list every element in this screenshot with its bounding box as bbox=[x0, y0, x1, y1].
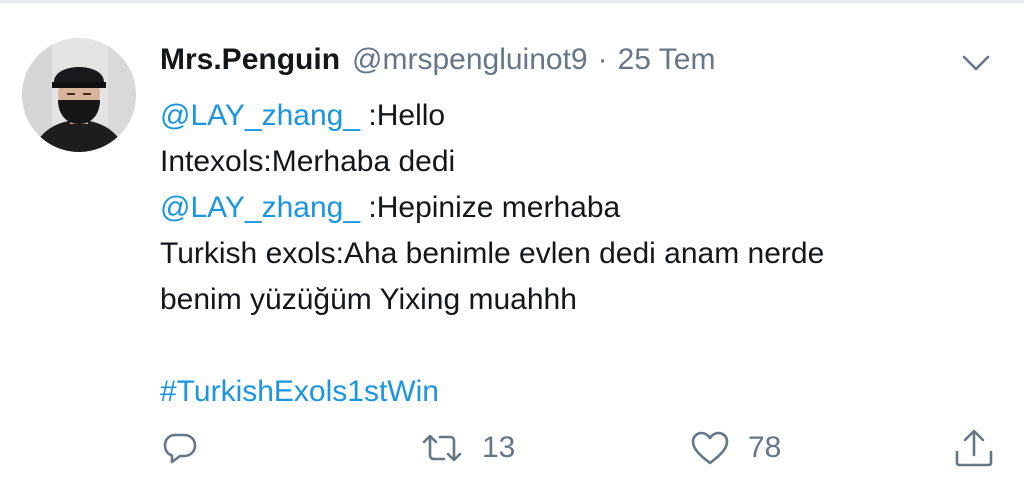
like-button[interactable]: 78 bbox=[690, 420, 781, 476]
tweet-actions: 13 78 bbox=[0, 420, 1024, 476]
heart-icon bbox=[690, 430, 730, 466]
reply-icon bbox=[162, 430, 198, 466]
tweet: Mrs.Penguin @mrspengluinot9 · 25 Tem @LA… bbox=[0, 0, 1024, 492]
retweet-button[interactable]: 13 bbox=[420, 420, 515, 476]
mention-link[interactable]: @LAY_zhang_ bbox=[160, 99, 360, 132]
tweet-date[interactable]: 25 Tem bbox=[618, 40, 716, 80]
tweet-line-text: :Hepinize merhaba bbox=[360, 191, 621, 224]
retweet-count: 13 bbox=[482, 431, 516, 464]
tweet-line: Turkish exols:Aha benimle evlen dedi ana… bbox=[160, 231, 980, 277]
retweet-icon bbox=[420, 430, 464, 466]
avatar-image bbox=[22, 38, 136, 152]
tweet-text: @LAY_zhang_ :Hello Intexols:Merhaba dedi… bbox=[160, 93, 980, 415]
separator-dot: · bbox=[597, 43, 608, 76]
mention-link[interactable]: @LAY_zhang_ bbox=[160, 191, 360, 224]
tweet-line-text: Intexols:Merhaba dedi bbox=[160, 145, 456, 178]
reply-button[interactable] bbox=[162, 420, 198, 476]
tweet-line: benim yüzüğüm Yixing muahhh bbox=[160, 277, 980, 323]
tweet-line: @LAY_zhang_ :Hepinize merhaba bbox=[160, 185, 980, 231]
display-name[interactable]: Mrs.Penguin bbox=[160, 40, 340, 80]
tweet-line: Intexols:Merhaba dedi bbox=[160, 139, 980, 185]
share-button[interactable] bbox=[952, 420, 996, 476]
share-icon bbox=[952, 428, 996, 468]
like-count: 78 bbox=[748, 431, 782, 464]
hashtag-line: #TurkishExols1stWin bbox=[160, 369, 980, 415]
tweet-header: Mrs.Penguin @mrspengluinot9 · 25 Tem bbox=[160, 40, 715, 80]
tweet-line-text: benim yüzüğüm Yixing muahhh bbox=[160, 283, 577, 316]
user-handle[interactable]: @mrspengluinot9 bbox=[352, 40, 588, 80]
tweet-line-text: :Hello bbox=[360, 99, 446, 132]
hashtag-link[interactable]: #TurkishExols1stWin bbox=[160, 375, 439, 408]
tweet-line: @LAY_zhang_ :Hello bbox=[160, 93, 980, 139]
avatar[interactable] bbox=[22, 38, 136, 152]
tweet-line-text: Turkish exols:Aha benimle evlen dedi ana… bbox=[160, 237, 825, 270]
more-options-chevron-down-icon[interactable] bbox=[958, 48, 994, 76]
